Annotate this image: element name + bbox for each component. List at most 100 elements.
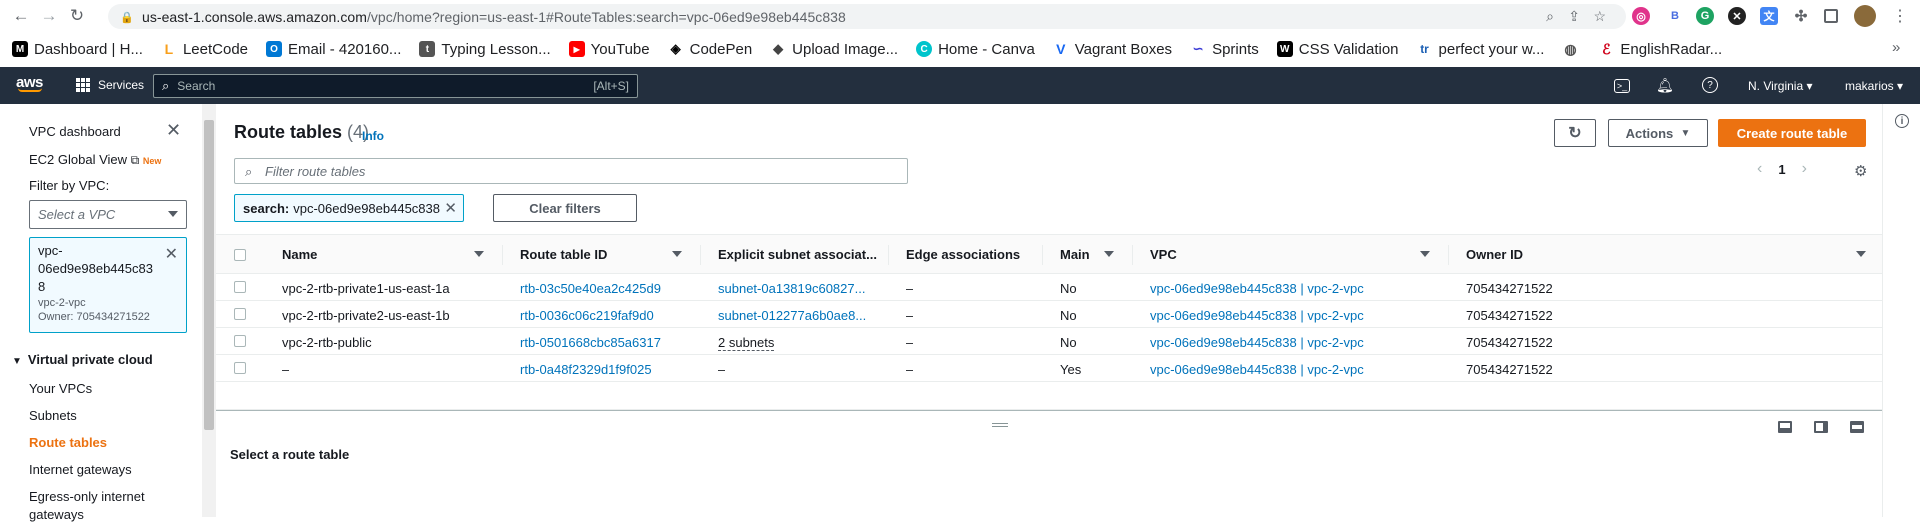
select-all-checkbox[interactable] xyxy=(234,249,246,261)
sort-caret-icon[interactable] xyxy=(1420,251,1430,257)
extension-colorzilla-icon[interactable]: ◎ xyxy=(1632,7,1650,25)
sidebar-section-virtual-private-cloud[interactable]: ▼ Virtual private cloud xyxy=(12,352,153,367)
sidebar-item-egress-only-gateways-cont[interactable]: gateways xyxy=(29,507,84,522)
zoom-icon[interactable]: ⌕ xyxy=(1546,8,1554,25)
row-vpc-link[interactable]: vpc-06ed9e98eb445c838 | vpc-2-vpc xyxy=(1150,281,1364,296)
current-page[interactable]: 1 xyxy=(1778,162,1785,177)
table-row[interactable]: vpc-2-rtb-public rtb-0501668cbc85a6317 2… xyxy=(216,328,1882,355)
actions-button[interactable]: Actions ▼ xyxy=(1608,119,1708,147)
sidepanel-icon[interactable] xyxy=(1824,9,1838,23)
row-subnet-popover[interactable]: 2 subnets xyxy=(718,335,775,351)
bookmark-star-icon[interactable]: ☆ xyxy=(1593,8,1606,25)
sidebar-item-subnets[interactable]: Subnets xyxy=(29,408,77,423)
vpc-select-dropdown[interactable]: Select a VPC xyxy=(29,200,187,229)
share-icon[interactable]: ⇪ xyxy=(1568,8,1580,25)
split-side-layout-icon[interactable] xyxy=(1814,421,1828,433)
table-row[interactable]: – rtb-0a48f2329d1f9f025 – – Yes vpc-06ed… xyxy=(216,355,1882,382)
bookmark-item[interactable]: ◆ Upload Image... xyxy=(770,41,898,58)
gear-icon[interactable]: ⚙ xyxy=(1854,162,1867,180)
sort-caret-icon[interactable] xyxy=(1104,251,1114,257)
help-icon[interactable]: ? xyxy=(1702,77,1718,93)
column-divider[interactable] xyxy=(1042,245,1043,265)
row-checkbox[interactable] xyxy=(234,281,246,293)
split-bottom-layout-icon[interactable] xyxy=(1778,421,1792,433)
bookmark-item[interactable]: ▶ YouTube xyxy=(568,41,650,58)
sidebar-item-your-vpcs[interactable]: Your VPCs xyxy=(29,381,92,396)
column-divider[interactable] xyxy=(1132,245,1133,265)
cloudshell-icon[interactable]: >_ xyxy=(1614,79,1630,93)
bookmark-item[interactable]: C Home - Canva xyxy=(916,41,1035,58)
column-header-edge-associations[interactable]: Edge associations xyxy=(906,247,1020,262)
bookmark-item[interactable]: ◈ CodePen xyxy=(667,41,752,58)
bookmarks-overflow-icon[interactable]: » xyxy=(1892,39,1900,56)
row-subnet-link[interactable]: subnet-0a13819c60827... xyxy=(718,281,865,296)
row-checkbox[interactable] xyxy=(234,335,246,347)
sort-caret-icon[interactable] xyxy=(474,251,484,257)
row-vpc-link[interactable]: vpc-06ed9e98eb445c838 | vpc-2-vpc xyxy=(1150,308,1364,323)
sidebar-item-route-tables[interactable]: Route tables xyxy=(29,435,107,450)
sort-caret-icon[interactable] xyxy=(672,251,682,257)
forward-arrow-icon[interactable]: → xyxy=(38,5,60,27)
browser-menu-icon[interactable]: ⋮ xyxy=(1892,6,1908,26)
sidebar-item-vpc-dashboard[interactable]: VPC dashboard xyxy=(29,124,121,139)
bookmark-item[interactable]: ℰ EnglishRadar... xyxy=(1598,41,1722,58)
info-link[interactable]: Info xyxy=(362,129,384,143)
prev-page-icon[interactable]: ‹ xyxy=(1757,160,1762,178)
back-arrow-icon[interactable]: ← xyxy=(10,5,32,27)
column-header-route-table-id[interactable]: Route table ID xyxy=(520,247,607,262)
aws-search-input[interactable]: ⌕ Search [Alt+S] xyxy=(153,74,638,98)
bookmark-item[interactable]: ∽ Sprints xyxy=(1190,41,1259,58)
column-divider[interactable] xyxy=(700,245,701,265)
notifications-bell-icon[interactable]: 🔔︎ xyxy=(1656,77,1674,94)
next-page-icon[interactable]: › xyxy=(1802,160,1807,178)
bookmark-item[interactable]: ◍ xyxy=(1562,41,1584,57)
profile-avatar-icon[interactable] xyxy=(1854,5,1876,27)
services-menu[interactable]: Services xyxy=(76,78,144,92)
row-route-table-id[interactable]: rtb-0a48f2329d1f9f025 xyxy=(520,362,652,377)
row-route-table-id[interactable]: rtb-03c50e40ea2c425d9 xyxy=(520,281,661,296)
resize-handle-icon[interactable] xyxy=(992,423,1008,427)
row-subnet-link[interactable]: subnet-012277a6b0ae8... xyxy=(718,308,866,323)
refresh-button[interactable]: ↻ xyxy=(1554,119,1596,147)
table-row[interactable]: vpc-2-rtb-private1-us-east-1a rtb-03c50e… xyxy=(216,274,1882,301)
address-bar[interactable]: 🔒 us-east-1.console.aws.amazon.com/vpc/h… xyxy=(108,4,1626,29)
sidebar-item-internet-gateways[interactable]: Internet gateways xyxy=(29,462,132,477)
clear-filters-button[interactable]: Clear filters xyxy=(493,194,637,222)
create-route-table-button[interactable]: Create route table xyxy=(1718,119,1866,147)
aws-logo-icon[interactable]: aws xyxy=(16,74,43,92)
reload-icon[interactable]: ↻ xyxy=(66,5,88,27)
extension-b-icon[interactable]: B xyxy=(1666,7,1684,25)
column-divider[interactable] xyxy=(888,245,889,265)
info-icon[interactable]: i xyxy=(1895,114,1909,128)
row-route-table-id[interactable]: rtb-0501668cbc85a6317 xyxy=(520,335,661,350)
sort-caret-icon[interactable] xyxy=(1856,251,1866,257)
extension-dark-icon[interactable]: ✕ xyxy=(1728,7,1746,25)
bookmark-item[interactable]: L LeetCode xyxy=(160,41,248,58)
table-row[interactable]: vpc-2-rtb-private2-us-east-1b rtb-0036c0… xyxy=(216,301,1882,328)
bookmark-item[interactable]: M Dashboard | H... xyxy=(12,41,143,58)
extensions-puzzle-icon[interactable]: ✣ xyxy=(1792,7,1810,25)
close-sidebar-icon[interactable]: ✕ xyxy=(166,120,181,141)
filter-route-tables-input[interactable]: ⌕ Filter route tables xyxy=(234,158,908,184)
sidebar-item-ec2-global-view[interactable]: EC2 Global View ⧉ New xyxy=(29,152,161,168)
bookmark-item[interactable]: t Typing Lesson... xyxy=(419,41,551,58)
column-header-owner-id[interactable]: Owner ID xyxy=(1466,247,1523,262)
column-divider[interactable] xyxy=(1448,245,1449,265)
remove-vpc-filter-icon[interactable]: ✕ xyxy=(165,244,178,264)
column-header-name[interactable]: Name xyxy=(282,247,317,262)
row-route-table-id[interactable]: rtb-0036c06c219faf9d0 xyxy=(520,308,654,323)
bookmark-item[interactable]: O Email - 420160... xyxy=(266,41,401,58)
column-header-main[interactable]: Main xyxy=(1060,247,1090,262)
row-vpc-link[interactable]: vpc-06ed9e98eb445c838 | vpc-2-vpc xyxy=(1150,335,1364,350)
extension-translate-icon[interactable]: 文 xyxy=(1760,7,1778,25)
column-header-vpc[interactable]: VPC xyxy=(1150,247,1177,262)
bookmark-item[interactable]: V Vagrant Boxes xyxy=(1052,41,1172,58)
extension-grammarly-icon[interactable]: G xyxy=(1696,7,1714,25)
row-checkbox[interactable] xyxy=(234,362,246,374)
bookmark-item[interactable]: W CSS Validation xyxy=(1276,41,1399,58)
sidebar-item-egress-only-gateways[interactable]: Egress-only internet xyxy=(29,489,145,504)
sidebar-scrollbar[interactable] xyxy=(202,104,216,517)
remove-filter-icon[interactable]: ✕ xyxy=(444,199,457,217)
region-selector[interactable]: N. Virginia ▾ xyxy=(1748,79,1813,93)
account-menu[interactable]: makarios ▾ xyxy=(1845,79,1903,93)
